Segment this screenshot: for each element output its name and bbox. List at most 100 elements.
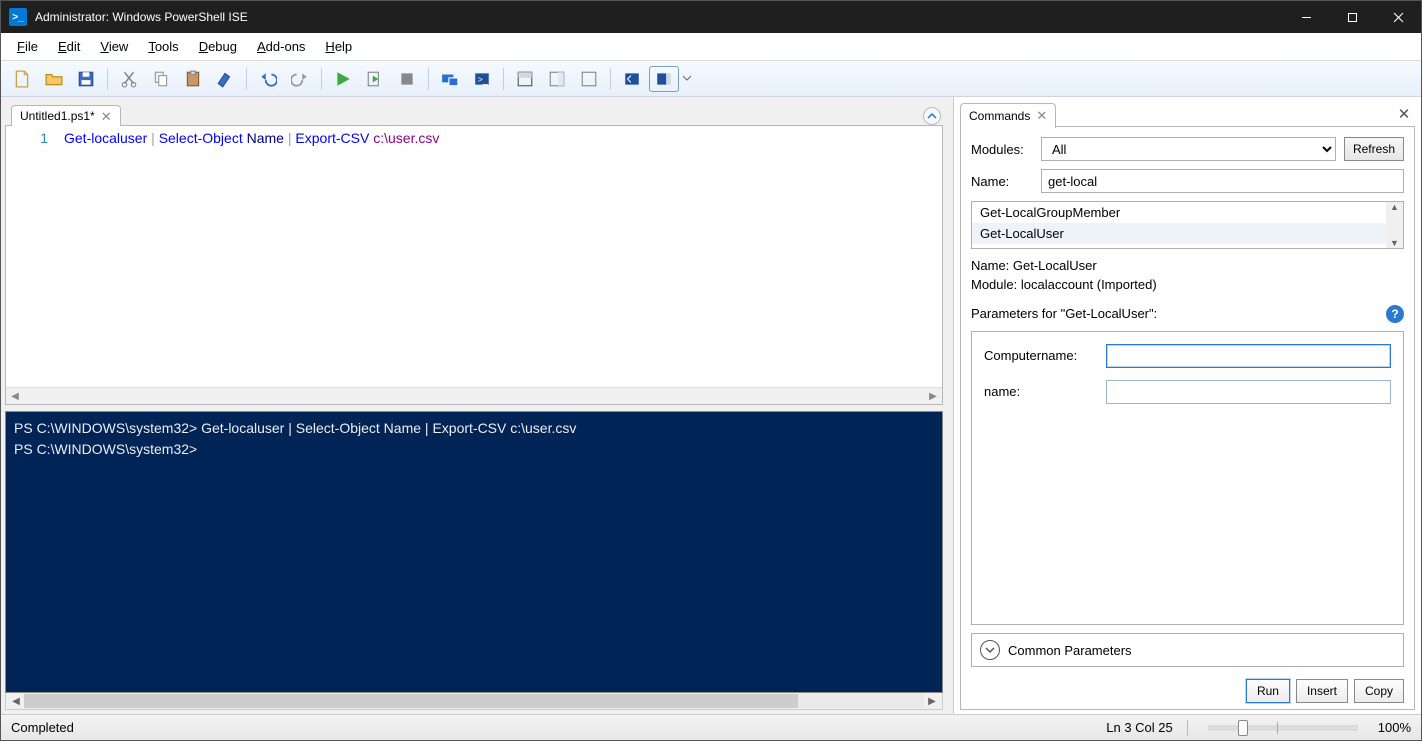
console-horizontal-scrollbar[interactable]: ◀ ▶ — [5, 693, 943, 710]
menu-debug[interactable]: Debug — [189, 35, 247, 58]
command-results-list[interactable]: Get-LocalGroupMember Get-LocalUser ▲▼ — [971, 201, 1404, 249]
cursor-position: Ln 3 Col 25 — [1106, 720, 1173, 735]
param-computername-input[interactable] — [1106, 344, 1391, 368]
console-line: PS C:\WINDOWS\system32> Get-localuser | … — [14, 418, 934, 439]
cut-icon[interactable] — [114, 66, 144, 92]
command-name-label: Name: Get-LocalUser — [971, 257, 1404, 276]
zoom-slider[interactable] — [1208, 725, 1358, 731]
app-icon: >_ — [9, 8, 27, 26]
toolbar-overflow-icon[interactable] — [681, 66, 693, 92]
common-parameters-toggle[interactable]: Common Parameters — [971, 633, 1404, 667]
show-command-addon-icon[interactable] — [649, 66, 679, 92]
commands-tab-label: Commands — [969, 109, 1030, 123]
commands-tab[interactable]: Commands ✕ — [960, 103, 1056, 128]
powershell-tab-icon[interactable]: >_ — [467, 66, 497, 92]
commands-pane: Commands ✕ ✕ Modules: All Refresh Name: … — [953, 97, 1421, 714]
show-command-icon[interactable] — [617, 66, 647, 92]
modules-label: Modules: — [971, 142, 1033, 157]
redo-icon[interactable] — [285, 66, 315, 92]
editor-tabstrip: Untitled1.ps1* ✕ — [5, 101, 943, 125]
code-area[interactable]: Get-localuser | Select-Object Name | Exp… — [58, 126, 942, 387]
name-filter-row: Name: — [971, 169, 1404, 193]
window-title: Administrator: Windows PowerShell ISE — [35, 10, 1283, 24]
window-titlebar: >_ Administrator: Windows PowerShell ISE — [1, 1, 1421, 33]
layout-maximized-icon[interactable] — [574, 66, 604, 92]
svg-text:>_: >_ — [478, 74, 489, 84]
collapse-script-pane-icon[interactable] — [923, 107, 941, 125]
menu-tools[interactable]: Tools — [138, 35, 188, 58]
param-label: name: — [984, 384, 1096, 399]
name-filter-label: Name: — [971, 174, 1033, 189]
run-button[interactable]: Run — [1246, 679, 1290, 703]
list-item[interactable]: Get-LocalUser — [972, 223, 1403, 244]
copy-button[interactable]: Copy — [1354, 679, 1404, 703]
remote-icon[interactable] — [435, 66, 465, 92]
editor-tab-label: Untitled1.ps1* — [20, 109, 95, 123]
run-icon[interactable] — [328, 66, 358, 92]
parameters-heading: Parameters for "Get-LocalUser": — [971, 306, 1157, 321]
undo-icon[interactable] — [253, 66, 283, 92]
list-item[interactable]: Get-LocalGroupMember — [972, 202, 1403, 223]
copy-icon[interactable] — [146, 66, 176, 92]
close-pane-icon[interactable]: ✕ — [1393, 101, 1415, 127]
left-pane: Untitled1.ps1* ✕ 1 Get-localuser | Selec… — [1, 97, 947, 714]
maximize-button[interactable] — [1329, 1, 1375, 33]
commands-body: Modules: All Refresh Name: Get-LocalGrou… — [960, 127, 1415, 710]
run-selection-icon[interactable] — [360, 66, 390, 92]
open-file-icon[interactable] — [39, 66, 69, 92]
param-row: Computername: — [984, 344, 1391, 368]
line-number-gutter: 1 — [6, 126, 58, 387]
menu-file[interactable]: File — [7, 35, 48, 58]
paste-icon[interactable] — [178, 66, 208, 92]
status-text: Completed — [11, 720, 1092, 735]
param-name-input[interactable] — [1106, 380, 1391, 404]
script-editor[interactable]: 1 Get-localuser | Select-Object Name | E… — [5, 125, 943, 405]
command-info: Name: Get-LocalUser Module: localaccount… — [971, 257, 1404, 295]
insert-button[interactable]: Insert — [1296, 679, 1348, 703]
main-area: Untitled1.ps1* ✕ 1 Get-localuser | Selec… — [1, 97, 1421, 714]
layout-script-top-icon[interactable] — [510, 66, 540, 92]
commands-tabstrip: Commands ✕ ✕ — [960, 101, 1415, 127]
zoom-percent: 100% — [1378, 720, 1411, 735]
menubar: File Edit View Tools Debug Add-ons Help — [1, 33, 1421, 61]
list-scrollbar[interactable]: ▲▼ — [1386, 202, 1403, 248]
scroll-left-icon[interactable]: ◀ — [8, 696, 24, 707]
common-parameters-label: Common Parameters — [1008, 643, 1132, 658]
parameters-heading-row: Parameters for "Get-LocalUser": ? — [971, 305, 1404, 323]
refresh-button[interactable]: Refresh — [1344, 137, 1404, 161]
close-button[interactable] — [1375, 1, 1421, 33]
close-icon[interactable]: ✕ — [101, 110, 112, 123]
modules-row: Modules: All Refresh — [971, 137, 1404, 161]
scrollbar-thumb[interactable] — [24, 694, 798, 708]
stop-icon[interactable] — [392, 66, 422, 92]
menu-view[interactable]: View — [90, 35, 138, 58]
menu-help[interactable]: Help — [315, 35, 362, 58]
param-row: name: — [984, 380, 1391, 404]
minimize-button[interactable] — [1283, 1, 1329, 33]
editor-horizontal-scrollbar[interactable]: ◀ ▶ — [6, 387, 942, 404]
help-icon[interactable]: ? — [1386, 305, 1404, 323]
action-buttons: Run Insert Copy — [971, 675, 1404, 703]
param-label: Computername: — [984, 348, 1096, 363]
toolbar: >_ — [1, 61, 1421, 97]
save-icon[interactable] — [71, 66, 101, 92]
menu-addons[interactable]: Add-ons — [247, 35, 315, 58]
chevron-down-icon — [980, 640, 1000, 660]
console-prompt[interactable]: PS C:\WINDOWS\system32> — [14, 439, 934, 460]
modules-select[interactable]: All — [1041, 137, 1336, 161]
new-file-icon[interactable] — [7, 66, 37, 92]
console-pane[interactable]: PS C:\WINDOWS\system32> Get-localuser | … — [5, 411, 943, 693]
clear-icon[interactable] — [210, 66, 240, 92]
scroll-right-icon[interactable]: ▶ — [924, 696, 940, 707]
command-module-label: Module: localaccount (Imported) — [971, 276, 1404, 295]
close-icon[interactable]: ✕ — [1036, 108, 1047, 124]
zoom-slider-thumb[interactable] — [1238, 720, 1248, 736]
menu-edit[interactable]: Edit — [48, 35, 90, 58]
name-filter-input[interactable] — [1041, 169, 1404, 193]
window-controls — [1283, 1, 1421, 33]
scroll-left-icon[interactable]: ◀ — [8, 391, 22, 402]
scroll-right-icon[interactable]: ▶ — [926, 391, 940, 402]
editor-tab[interactable]: Untitled1.ps1* ✕ — [11, 105, 121, 126]
layout-script-right-icon[interactable] — [542, 66, 572, 92]
parameters-box: Computername: name: — [971, 331, 1404, 625]
